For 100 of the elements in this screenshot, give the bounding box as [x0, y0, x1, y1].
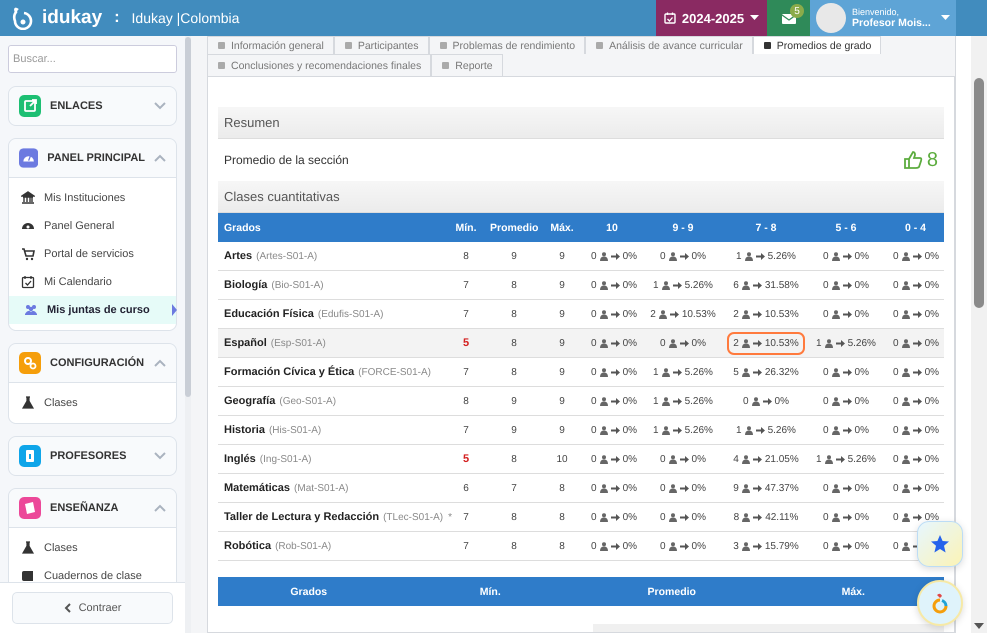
percentage: 10.53% [682, 308, 716, 320]
student-count: 0 [591, 454, 597, 464]
class-code: (FORCE-S01-A) [358, 367, 432, 378]
class-name: Español [224, 337, 267, 349]
percentage: 0% [854, 396, 869, 406]
class-code: (His-S01-A) [268, 425, 322, 436]
student-count: 0 [893, 540, 899, 552]
menu-item[interactable]: Mis Instituciones [9, 184, 176, 212]
menu-item-label: Clases [44, 542, 78, 554]
student-count: 0 [591, 280, 597, 290]
percentage: 0% [854, 424, 869, 436]
average-value: 8 [511, 338, 517, 348]
percentage: 15.79% [764, 540, 799, 552]
student-count: 0 [822, 308, 829, 320]
student-count: 0 [660, 540, 666, 552]
summary-value: 8 [926, 148, 938, 172]
percentage: 0% [924, 512, 940, 522]
min-value: 5 [462, 337, 470, 349]
min-value: 8 [463, 396, 469, 406]
student-count: 1 [816, 454, 822, 464]
percentage: 0% [854, 512, 869, 522]
max-value: 8 [559, 512, 565, 522]
percentage: 0% [924, 454, 940, 464]
percentage: 0% [854, 482, 869, 494]
percentage: 5.26% [684, 366, 713, 378]
percentage: 0% [692, 338, 706, 348]
tab[interactable]: Conclusiones y recomendaciones finales [207, 54, 432, 76]
max-value: 9 [559, 396, 565, 406]
average-value: 9 [511, 396, 517, 406]
student-count: 0 [591, 366, 597, 378]
student-count: 3 [733, 540, 739, 552]
student-count: 1 [653, 280, 659, 290]
student-count: 0 [893, 366, 899, 378]
column-header: Máx. [539, 213, 585, 242]
average-value: 9 [511, 250, 517, 262]
tab[interactable]: Promedios de grado [752, 36, 882, 54]
menu-item-label: Mis juntas de curso [47, 304, 150, 316]
percentage: 0% [854, 540, 869, 552]
site-title: Idukay |Colombia [132, 10, 240, 26]
class-code: (Geo-S01-A) [279, 396, 336, 407]
percentage: 0% [622, 540, 638, 552]
student-count: 0 [660, 512, 666, 522]
student-count: 0 [893, 424, 899, 436]
student-count: 0 [893, 280, 899, 290]
percentage: 0% [924, 338, 940, 348]
class-code: (Ing-S01-A) [260, 454, 312, 465]
collapse-button[interactable]: Contraer [12, 592, 173, 624]
percentage: 0% [622, 482, 638, 494]
percentage: 0% [924, 482, 940, 494]
student-count: 0 [591, 512, 597, 522]
percentage: 0% [692, 512, 706, 522]
student-count: 0 [591, 540, 597, 552]
class-code: (Bio-S01-A) [271, 280, 324, 291]
menu-item[interactable]: Cuadernos de clase [9, 562, 176, 582]
student-count: 0 [893, 396, 899, 406]
tab[interactable]: Problemas de rendimiento [428, 36, 586, 54]
column-header: 7 - 8 [727, 213, 805, 242]
menu-item-label: Portal de servicios [44, 248, 134, 260]
percentage: 5.26% [768, 424, 796, 436]
student-count: 0 [822, 250, 829, 262]
max-value: 9 [559, 250, 565, 262]
section-title[interactable]: ENLACES [50, 100, 145, 112]
percentage: 0% [854, 280, 869, 290]
menu-item[interactable]: Panel General [9, 212, 176, 240]
percentage: 0% [924, 250, 940, 262]
menu-item[interactable]: Mi Calendario [9, 268, 176, 296]
tab[interactable]: Participantes [334, 36, 429, 54]
section-title[interactable]: PANEL PRINCIPAL [47, 152, 145, 164]
student-count: 0 [591, 250, 597, 262]
percentage: 5.26% [768, 250, 796, 262]
class-name: Formación Cívica y Ética [224, 366, 354, 378]
year-selector[interactable]: 2024-2025 [656, 0, 767, 36]
percentage: 5.26% [684, 424, 713, 436]
student-count: 0 [660, 482, 666, 494]
percentage: 5.26% [848, 454, 876, 464]
student-count: 0 [822, 280, 829, 290]
section-title[interactable]: CONFIGURACIÓN [50, 357, 145, 369]
max-value: 9 [559, 366, 565, 378]
class-code: (Esp-S01-A) [270, 338, 326, 349]
menu-item[interactable]: Portal de servicios [9, 240, 176, 268]
section-title[interactable]: PROFESORES [50, 450, 145, 462]
tab[interactable]: Reporte [431, 54, 503, 76]
max-value: 9 [559, 338, 565, 348]
class-code: (Artes-S01-A) [256, 251, 318, 262]
section-title[interactable]: ENSEÑANZA [50, 502, 145, 514]
min-value: 7 [463, 512, 469, 522]
menu-item[interactable]: Mis juntas de curso [9, 296, 176, 324]
percentage: 10.53% [764, 308, 799, 320]
search-field[interactable]: Buscar... [8, 45, 177, 73]
tab[interactable]: Información general [207, 36, 334, 54]
student-count: 0 [893, 308, 899, 320]
percentage: 0% [622, 280, 638, 290]
tab[interactable]: Análisis de avance curricular [585, 36, 753, 54]
student-count: 0 [893, 250, 899, 262]
menu-item[interactable]: Clases [9, 534, 176, 562]
student-count: 0 [822, 396, 829, 406]
student-count: 8 [734, 512, 740, 522]
max-value: 9 [559, 308, 565, 320]
student-count: 1 [736, 424, 742, 436]
student-count: 1 [653, 424, 659, 436]
